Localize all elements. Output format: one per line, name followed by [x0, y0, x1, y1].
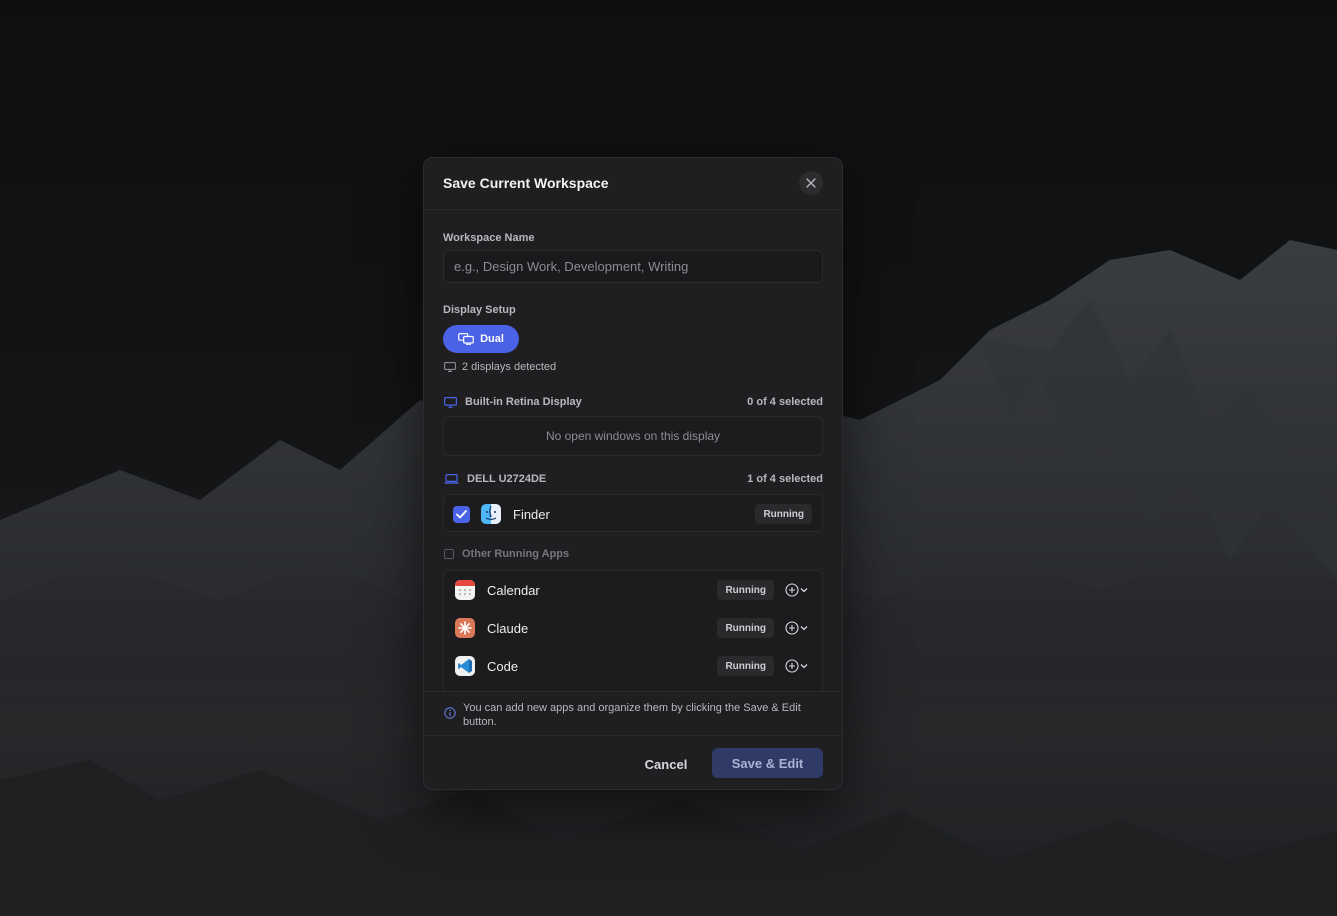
- empty-state-text: No open windows on this display: [545, 429, 721, 443]
- dual-monitor-icon: [458, 333, 474, 345]
- plus-circle-icon: [785, 583, 799, 597]
- display-name: DELL U2724DE: [467, 473, 547, 485]
- close-icon: [806, 178, 816, 188]
- other-apps-header: Other Running Apps: [444, 548, 569, 560]
- other-apps-checkbox[interactable]: [444, 549, 454, 559]
- display-option-dual[interactable]: Dual: [443, 325, 519, 353]
- displays-detected: 2 displays detected: [444, 361, 556, 373]
- app-name: Claude: [487, 620, 529, 636]
- chevron-down-icon: [800, 588, 808, 593]
- status-badge: Running: [717, 656, 774, 676]
- info-text: You can add new apps and organize them b…: [463, 702, 801, 728]
- cancel-button[interactable]: Cancel: [630, 749, 702, 779]
- plus-circle-icon: [785, 659, 799, 673]
- finder-icon: [481, 504, 501, 524]
- app-name: Finder: [513, 506, 550, 522]
- app-row-calendar: Calendar Running: [444, 571, 822, 609]
- save-workspace-dialog: Save Current Workspace Workspace Name Di…: [423, 157, 843, 790]
- window-checkbox[interactable]: [453, 505, 470, 523]
- info-banner: You can add new apps and organize them b…: [424, 691, 842, 736]
- info-icon: [444, 707, 456, 719]
- calendar-icon: [455, 580, 475, 600]
- status-badge: Running: [755, 504, 812, 524]
- add-to-display-button[interactable]: [785, 583, 808, 597]
- app-row-claude: Claude Running: [444, 609, 822, 647]
- other-apps-list: Calendar Running Claude Running Code Run…: [443, 570, 823, 691]
- window-row-finder: Finder Running: [444, 495, 822, 533]
- chevron-down-icon: [800, 664, 808, 669]
- workspace-name-label: Workspace Name: [443, 232, 535, 244]
- app-name: Calendar: [487, 582, 540, 598]
- dialog-header: Save Current Workspace: [424, 158, 842, 210]
- dialog-title: Save Current Workspace: [443, 175, 609, 191]
- status-badge: Running: [717, 618, 774, 638]
- claude-icon: [455, 618, 475, 638]
- status-badge: Running: [717, 580, 774, 600]
- display-option-label: Dual: [480, 333, 504, 345]
- display-selection-count: 0 of 4 selected: [747, 396, 823, 408]
- display-name: Built-in Retina Display: [465, 396, 582, 408]
- monitor-icon: [444, 362, 456, 372]
- display-selection-count: 1 of 4 selected: [747, 473, 823, 485]
- add-to-display-button[interactable]: [785, 621, 808, 635]
- workspace-name-input[interactable]: [443, 250, 823, 283]
- close-button[interactable]: [799, 171, 823, 195]
- chevron-down-icon: [800, 626, 808, 631]
- plus-circle-icon: [785, 621, 799, 635]
- app-name: Code: [487, 658, 519, 674]
- display-window-list: Finder Running: [443, 494, 823, 532]
- monitor-icon: [444, 396, 457, 408]
- display-header-builtin: Built-in Retina Display 0 of 4 selected: [444, 394, 823, 410]
- laptop-icon: [444, 474, 459, 484]
- display-window-list: No open windows on this display: [443, 416, 823, 456]
- display-setup-label: Display Setup: [443, 304, 516, 316]
- add-to-display-button[interactable]: [785, 659, 808, 673]
- vscode-icon: [455, 656, 475, 676]
- display-header-dell: DELL U2724DE 1 of 4 selected: [444, 471, 823, 487]
- other-apps-label: Other Running Apps: [462, 548, 570, 560]
- save-and-edit-button[interactable]: Save & Edit: [712, 748, 823, 778]
- checkmark-icon: [456, 509, 467, 518]
- displays-detected-text: 2 displays detected: [462, 361, 557, 373]
- app-row-code: Code Running: [444, 647, 822, 685]
